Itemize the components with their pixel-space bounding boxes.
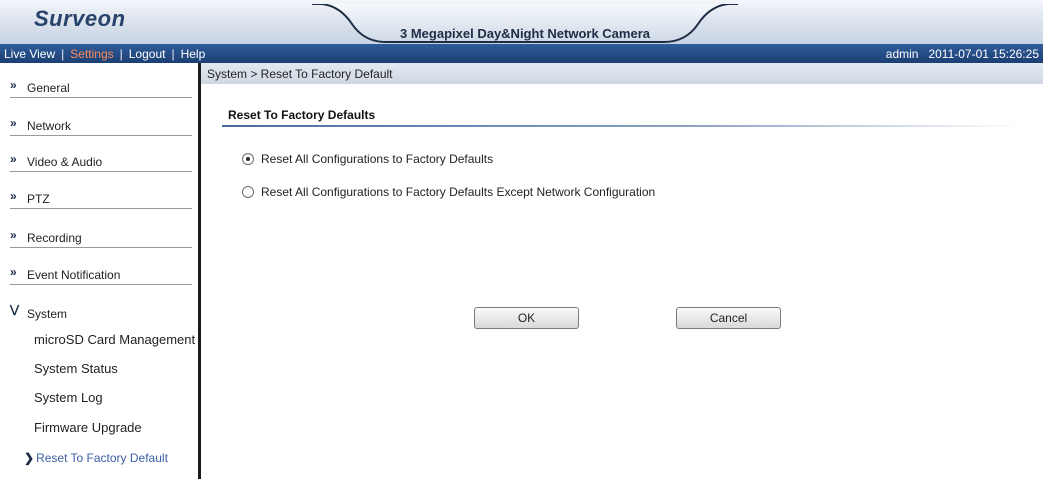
double-chevron-right-icon: » xyxy=(10,116,17,130)
sidebar-item-network[interactable]: » Network xyxy=(10,106,192,136)
menu-separator: | xyxy=(171,47,175,61)
sidebar-item-label: Network xyxy=(27,119,72,133)
menu-help[interactable]: Help xyxy=(181,47,206,61)
menu-separator: | xyxy=(61,47,65,61)
sidebar-subitem-firmware-upgrade[interactable]: Firmware Upgrade xyxy=(34,420,142,435)
sidebar-divider xyxy=(198,63,201,479)
radio-button-checked[interactable] xyxy=(242,153,254,165)
title-tab: 3 Megapixel Day&Night Network Camera xyxy=(312,4,738,44)
sidebar-subitem-reset-factory[interactable]: ❯ Reset To Factory Default xyxy=(24,451,168,465)
double-chevron-right-icon: » xyxy=(10,189,17,203)
sidebar-item-label: Recording xyxy=(27,231,82,245)
sidebar-subitem-microsd[interactable]: microSD Card Management xyxy=(34,332,195,347)
breadcrumb: System > Reset To Factory Default xyxy=(201,63,1043,84)
brand-logo: Surveon xyxy=(34,6,126,31)
top-menu-bar: Live View | Settings | Logout | Help admin 2011… xyxy=(0,44,1043,63)
session-status: admin 2011-07-01 15:26:25 xyxy=(886,47,1039,61)
sidebar-item-label: Event Notification xyxy=(27,268,121,282)
datetime: 2011-07-01 15:26:25 xyxy=(928,47,1039,61)
menu-settings[interactable]: Settings xyxy=(70,47,113,61)
option-reset-except-network[interactable]: Reset All Configurations to Factory Defa… xyxy=(242,185,655,199)
option-label: Reset All Configurations to Factory Defa… xyxy=(261,185,656,199)
app-title: 3 Megapixel Day&Night Network Camera xyxy=(400,26,650,41)
menu-live-view[interactable]: Live View xyxy=(4,47,55,61)
double-chevron-right-icon: » xyxy=(10,265,17,279)
sidebar-item-label: Video & Audio xyxy=(27,155,103,169)
sidebar-item-label: General xyxy=(27,81,70,95)
cancel-button[interactable]: Cancel xyxy=(676,307,781,329)
sidebar-item-ptz[interactable]: » PTZ xyxy=(10,179,192,209)
breadcrumb-text: System > Reset To Factory Default xyxy=(207,67,393,81)
sidebar-item-label: System xyxy=(27,307,68,321)
menu-logout[interactable]: Logout xyxy=(129,47,166,61)
sidebar-item-video-audio[interactable]: » Video & Audio xyxy=(10,142,192,172)
sidebar-subitem-label: Reset To Factory Default xyxy=(36,451,168,465)
sidebar-subitem-system-status[interactable]: System Status xyxy=(34,361,118,376)
double-chevron-right-icon: » xyxy=(10,152,17,166)
sidebar-item-recording[interactable]: » Recording xyxy=(10,218,192,248)
option-label: Reset All Configurations to Factory Defa… xyxy=(261,152,494,166)
settings-sidebar: » General » Network » Video & Audio » PT… xyxy=(0,63,201,479)
double-chevron-down-icon: ⋁ xyxy=(10,304,20,316)
sidebar-item-event-notification[interactable]: » Event Notification xyxy=(10,255,192,285)
radio-button[interactable] xyxy=(242,186,254,198)
sidebar-item-general[interactable]: » General xyxy=(10,68,192,98)
sidebar-item-system[interactable]: ⋁ System xyxy=(10,294,192,324)
double-chevron-right-icon: » xyxy=(10,78,17,92)
section-divider xyxy=(222,125,1022,127)
chevron-right-icon: ❯ xyxy=(24,451,35,465)
sidebar-subitem-system-log[interactable]: System Log xyxy=(34,390,103,405)
username: admin xyxy=(885,47,919,61)
ok-button[interactable]: OK xyxy=(474,307,579,329)
section-title: Reset To Factory Defaults xyxy=(228,108,376,122)
menu-separator: | xyxy=(119,47,123,61)
option-reset-all[interactable]: Reset All Configurations to Factory Defa… xyxy=(242,152,493,166)
sidebar-item-label: PTZ xyxy=(27,192,50,206)
app-header: Surveon 3 Megapixel Day&Night Network Ca… xyxy=(0,0,1043,44)
double-chevron-right-icon: » xyxy=(10,228,17,242)
